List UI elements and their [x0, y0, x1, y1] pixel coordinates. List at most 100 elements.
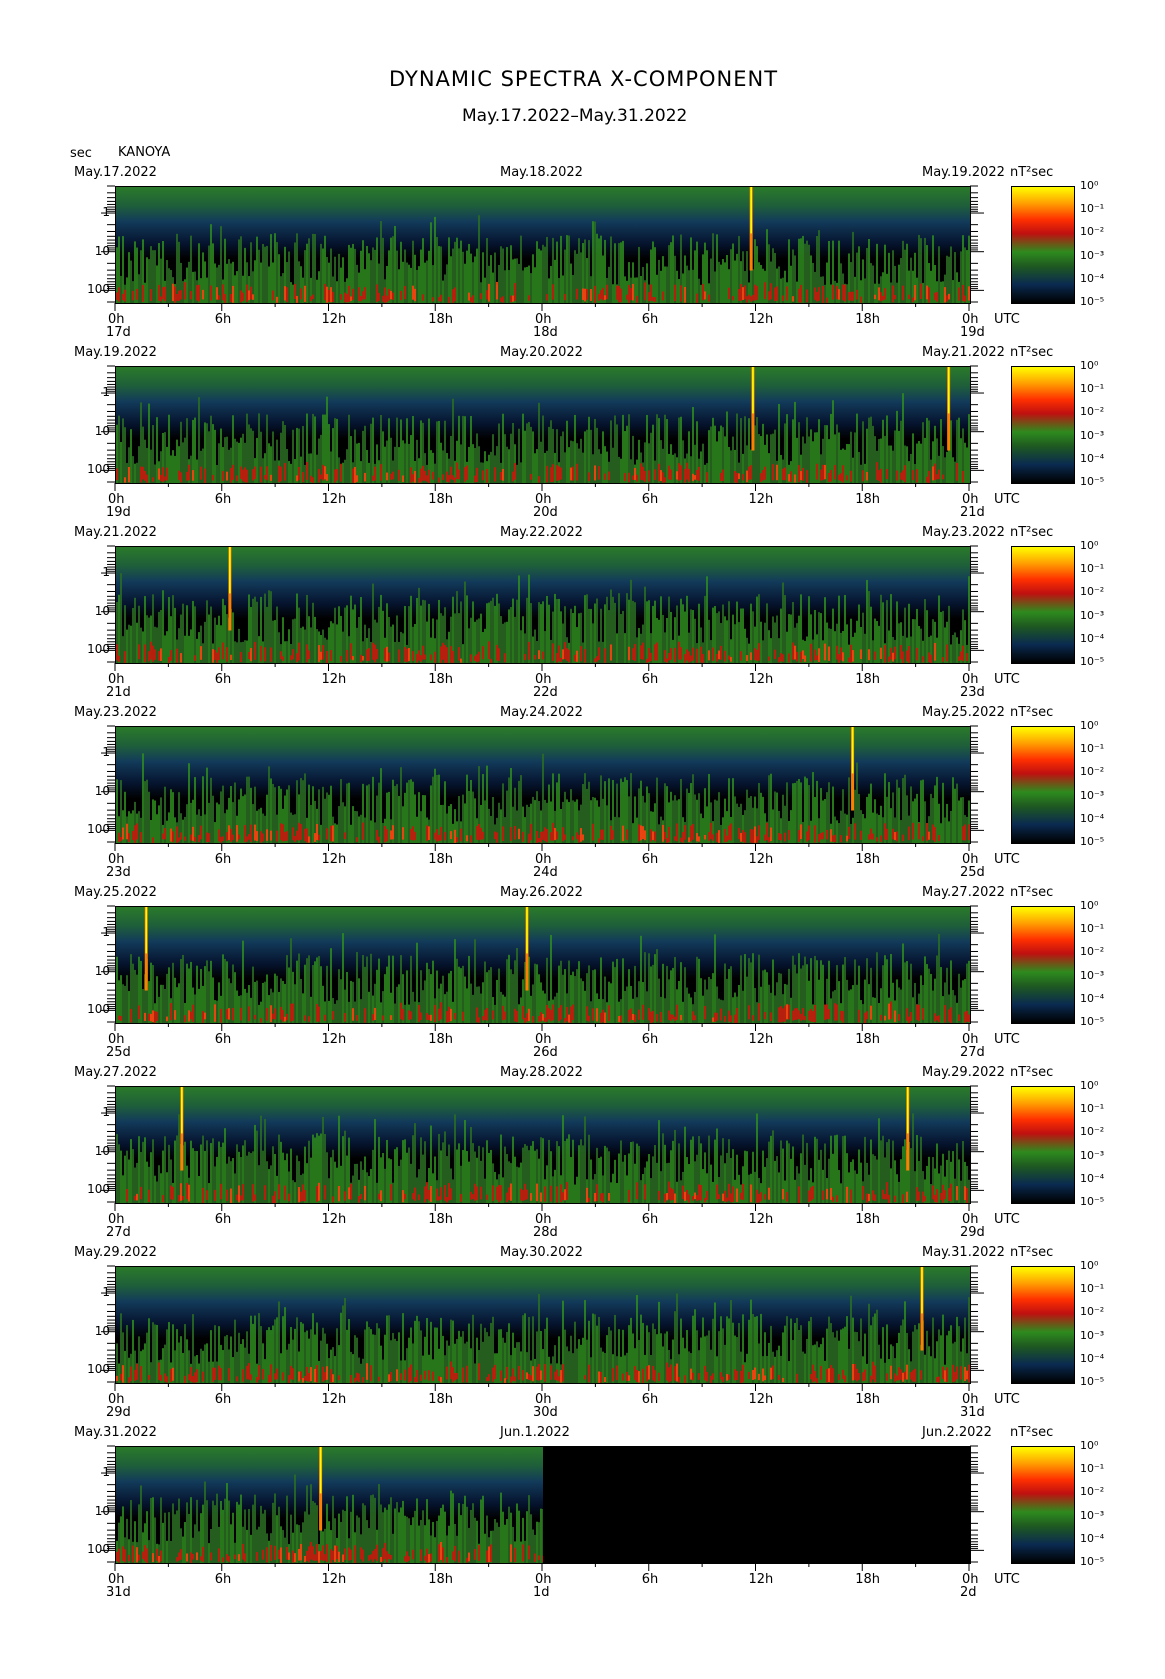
green-streak	[428, 250, 430, 303]
green-streak	[492, 796, 494, 843]
green-streak	[774, 791, 776, 843]
green-streak	[630, 1317, 632, 1383]
green-streak	[618, 593, 620, 663]
pulse-spike-core	[752, 367, 754, 414]
green-streak	[198, 397, 200, 483]
red-streak	[752, 294, 754, 301]
red-streak	[304, 285, 306, 303]
green-streak	[624, 633, 626, 663]
red-streak	[524, 1017, 526, 1023]
green-streak	[196, 1150, 198, 1203]
red-streak	[498, 648, 500, 662]
green-streak	[952, 457, 954, 483]
green-streak	[464, 803, 466, 843]
red-streak	[298, 467, 300, 481]
green-streak	[210, 1330, 212, 1383]
green-streak	[584, 1116, 586, 1203]
red-streak	[270, 1364, 272, 1383]
red-streak	[170, 1003, 172, 1021]
green-streak	[904, 962, 906, 1023]
red-streak	[474, 475, 476, 483]
green-streak	[574, 414, 576, 483]
green-streak	[496, 1353, 498, 1383]
green-streak	[878, 814, 880, 843]
red-streak	[854, 823, 856, 840]
green-streak	[610, 1182, 612, 1203]
red-streak	[354, 1377, 356, 1383]
green-streak	[322, 1116, 324, 1203]
green-streak	[278, 632, 280, 663]
green-streak	[766, 1158, 768, 1203]
red-streak	[246, 1365, 248, 1380]
green-streak	[296, 233, 298, 303]
green-streak	[516, 464, 518, 483]
red-streak	[882, 295, 884, 301]
green-streak	[494, 1171, 496, 1203]
green-streak	[212, 243, 214, 303]
green-streak	[150, 1152, 152, 1203]
green-streak	[424, 600, 426, 663]
green-streak	[242, 940, 244, 1023]
green-streak	[628, 796, 630, 843]
green-streak	[252, 966, 254, 1023]
red-streak	[860, 649, 862, 660]
red-streak	[364, 472, 366, 482]
green-streak	[202, 448, 204, 483]
green-streak	[764, 1332, 766, 1383]
green-streak	[508, 777, 510, 843]
green-streak	[424, 262, 426, 303]
red-streak	[226, 471, 228, 481]
red-streak	[426, 825, 428, 842]
green-streak	[622, 414, 624, 483]
x-tick-label: 12h	[748, 1032, 774, 1047]
green-streak	[154, 250, 156, 303]
green-streak	[164, 1136, 166, 1203]
green-streak	[578, 238, 580, 303]
green-streak	[214, 429, 216, 483]
green-streak	[614, 415, 616, 483]
green-streak	[254, 260, 256, 303]
green-streak	[554, 1169, 556, 1203]
red-streak	[650, 829, 652, 842]
red-streak	[446, 1196, 448, 1203]
red-streak	[242, 292, 244, 302]
green-streak	[120, 573, 122, 663]
green-streak	[740, 418, 742, 483]
green-streak	[504, 1146, 506, 1203]
green-streak	[342, 257, 344, 303]
red-streak	[814, 1004, 816, 1023]
red-streak	[912, 297, 914, 303]
green-streak	[354, 1335, 356, 1383]
red-streak	[440, 1002, 442, 1020]
red-streak	[346, 293, 348, 303]
green-streak	[760, 792, 762, 843]
red-streak	[398, 469, 400, 481]
green-streak	[690, 456, 692, 483]
green-streak	[562, 1115, 564, 1203]
colorbar-tick-label: 10⁻²	[1080, 945, 1105, 959]
red-streak	[782, 1008, 784, 1022]
green-streak	[402, 1313, 404, 1383]
red-streak	[748, 1371, 750, 1380]
green-streak	[886, 959, 888, 1023]
green-streak	[588, 240, 590, 303]
green-streak	[684, 967, 686, 1023]
green-streak	[882, 419, 884, 483]
green-streak	[208, 1183, 210, 1203]
green-streak	[796, 1166, 798, 1203]
green-streak	[330, 1157, 332, 1203]
red-streak	[502, 826, 504, 842]
red-streak	[720, 1008, 722, 1021]
green-streak	[776, 982, 778, 1023]
red-streak	[938, 835, 940, 842]
green-streak	[966, 250, 968, 303]
green-streak	[240, 1343, 242, 1383]
red-streak	[452, 1367, 454, 1383]
green-streak	[608, 610, 610, 663]
green-streak	[592, 1313, 594, 1383]
red-streak	[400, 290, 402, 301]
green-streak	[526, 266, 528, 303]
spectrogram-plot	[115, 186, 971, 304]
green-streak	[334, 1003, 336, 1023]
green-streak	[796, 780, 798, 843]
